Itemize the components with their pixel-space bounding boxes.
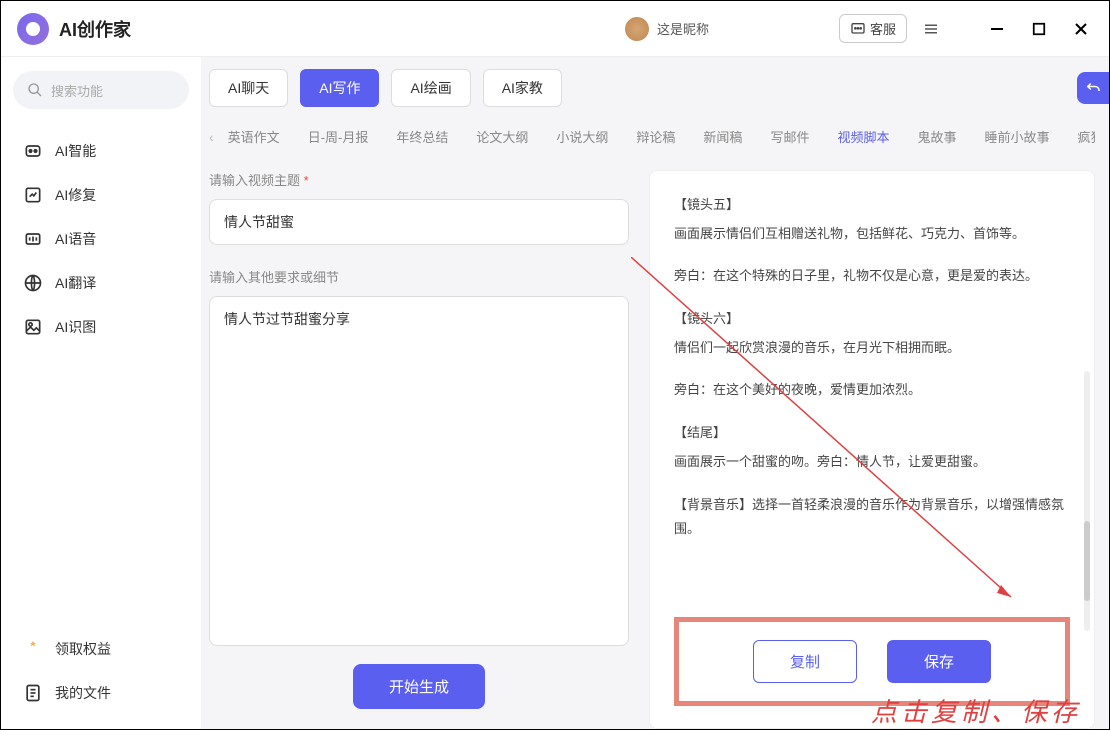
sidebar-item-rights[interactable]: 领取权益 [13,627,189,671]
sub-tab-active[interactable]: 视频脚本 [823,121,903,152]
chat-icon [850,21,866,37]
sub-tab[interactable]: 写邮件 [756,121,823,152]
sub-tabs: ‹ 英语作文 日-周-月报 年终总结 论文大纲 小说大纲 辩论稿 新闻稿 写邮件… [209,121,1095,152]
search-placeholder: 搜索功能 [51,81,103,100]
ai-voice-icon [23,229,43,249]
tab-ai-tutor[interactable]: AI家教 [483,69,562,107]
sub-tab[interactable]: 疯狂 [1064,121,1096,152]
sub-tab[interactable]: 新闻稿 [689,121,756,152]
output-pane[interactable]: 【镜头五】 画面展示情侣们互相赠送礼物，包括鲜花、巧克力、首饰等。 旁白：在这个… [649,170,1095,729]
sidebar-item-ai-voice[interactable]: AI语音 [13,217,189,261]
input-pane: 请输入视频主题 * 情人节甜蜜 请输入其他要求或细节 情人节过节甜蜜分享 开始生… [209,170,629,729]
sub-tab[interactable]: 辩论稿 [622,121,689,152]
sidebar-item-label: AI智能 [55,141,96,161]
main-tabs: AI聊天 AI写作 AI绘画 AI家教 [209,69,1095,107]
required-mark: * [304,173,309,188]
generate-button[interactable]: 开始生成 [353,664,485,709]
sidebar-item-ai-image[interactable]: AI识图 [13,305,189,349]
sub-tab[interactable]: 小说大纲 [542,121,622,152]
app-window: AI创作家 这是昵称 客服 搜索功能 AI智能 [0,0,1110,730]
sub-tab[interactable]: 论文大纲 [462,121,542,152]
search-icon [27,82,43,98]
hamburger-menu-button[interactable] [917,15,945,43]
save-button[interactable]: 保存 [887,640,991,683]
sidebar-item-ai-translate[interactable]: AI翻译 [13,261,189,305]
sidebar: 搜索功能 AI智能 AI修复 AI语音 AI翻译 AI识图 [1,57,201,729]
sub-tab[interactable]: 鬼故事 [903,121,970,152]
detail-textarea[interactable]: 情人节过节甜蜜分享 [209,296,629,646]
ai-image-icon [23,317,43,337]
output-text: 【镜头五】 画面展示情侣们互相赠送礼物，包括鲜花、巧克力、首饰等。 旁白：在这个… [674,193,1070,607]
customer-service-label: 客服 [870,19,896,38]
sub-tab[interactable]: 英语作文 [214,121,294,152]
tab-ai-draw[interactable]: AI绘画 [391,69,470,107]
topic-label: 请输入视频主题 * [209,170,629,189]
customer-service-button[interactable]: 客服 [839,14,907,43]
close-button[interactable] [1069,17,1093,41]
titlebar: AI创作家 这是昵称 客服 [1,1,1109,57]
ai-repair-icon [23,185,43,205]
tab-ai-write[interactable]: AI写作 [300,69,379,107]
sidebar-item-label: AI翻译 [55,273,96,293]
sub-tab[interactable]: 日-周-月报 [294,121,383,152]
back-button[interactable] [1077,72,1109,104]
detail-label: 请输入其他要求或细节 [209,267,629,286]
user-avatar-icon[interactable] [625,17,649,41]
sidebar-item-files[interactable]: 我的文件 [13,671,189,715]
ai-translate-icon [23,273,43,293]
sidebar-item-label: AI识图 [55,317,96,337]
main-area: AI聊天 AI写作 AI绘画 AI家教 ‹ 英语作文 日-周-月报 年终总结 论… [201,57,1109,729]
maximize-button[interactable] [1027,17,1051,41]
sidebar-item-ai-repair[interactable]: AI修复 [13,173,189,217]
app-logo-icon [17,13,49,45]
sidebar-item-ai-smart[interactable]: AI智能 [13,129,189,173]
action-box: 复制 保存 [674,617,1070,706]
sidebar-item-label: AI修复 [55,185,96,205]
minimize-button[interactable] [985,17,1009,41]
return-arrow-icon [1084,79,1102,97]
sidebar-item-label: 我的文件 [55,683,111,703]
user-nickname: 这是昵称 [657,19,709,38]
app-title: AI创作家 [59,16,131,42]
sidebar-item-label: 领取权益 [55,639,111,659]
content-area: 请输入视频主题 * 情人节甜蜜 请输入其他要求或细节 情人节过节甜蜜分享 开始生… [209,170,1095,729]
topic-input[interactable]: 情人节甜蜜 [209,199,629,245]
copy-button[interactable]: 复制 [753,640,857,683]
search-input[interactable]: 搜索功能 [13,71,189,109]
body: 搜索功能 AI智能 AI修复 AI语音 AI翻译 AI识图 [1,57,1109,729]
files-icon [23,683,43,703]
window-controls [985,17,1093,41]
ai-smart-icon [23,141,43,161]
sub-tab[interactable]: 年终总结 [382,121,462,152]
tab-ai-chat[interactable]: AI聊天 [209,69,288,107]
scrollbar-thumb[interactable] [1084,521,1090,601]
rights-icon [23,639,43,659]
sub-tab[interactable]: 睡前小故事 [970,121,1063,152]
sidebar-item-label: AI语音 [55,229,96,249]
